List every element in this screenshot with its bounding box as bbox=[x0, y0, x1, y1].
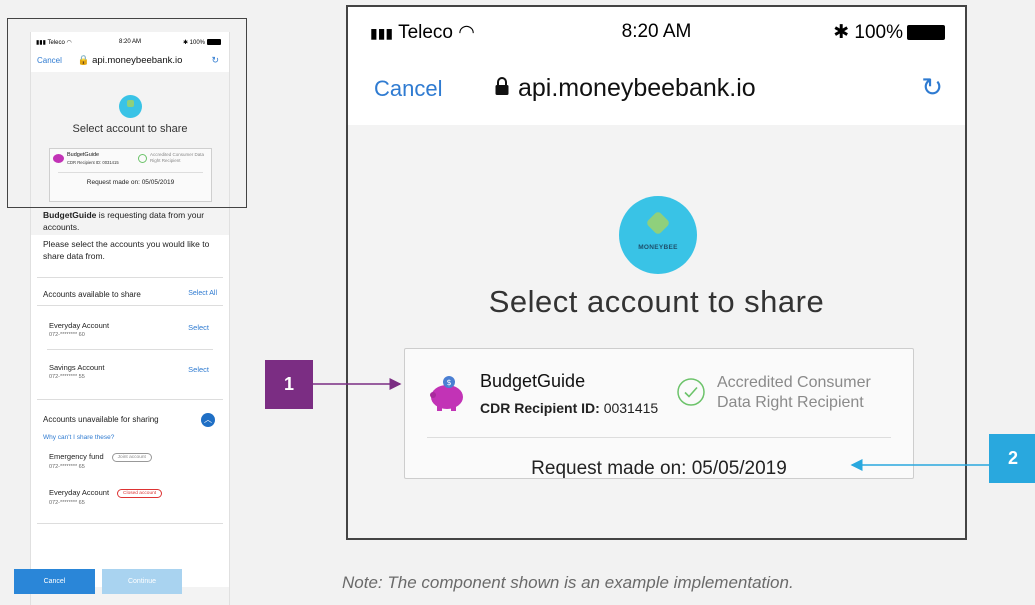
footnote: Note: The component shown is an example … bbox=[342, 573, 794, 592]
callout-arrows bbox=[313, 378, 989, 471]
